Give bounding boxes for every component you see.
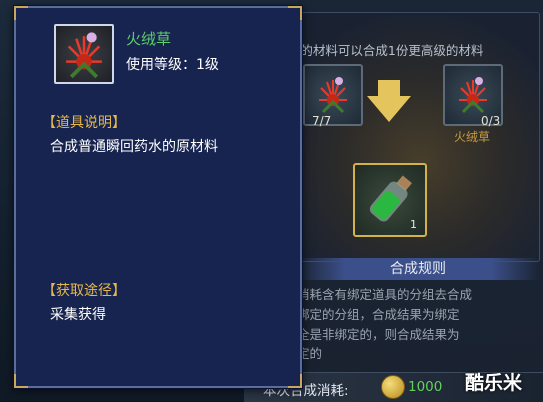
cost-value: 1000 [408,379,443,395]
watermark-logo: 酷乐米 [465,372,523,394]
result-count: 1 [410,218,417,231]
item-use-level: 使用等级：1级 [126,57,219,73]
corner-ornament [288,374,302,388]
description-text: 合成普通瞬回药水的原材料 [50,139,218,155]
rules-title: 合成规则 [296,258,540,280]
right-slot-name: 火绒草 [454,130,491,144]
rule-item: 优先消耗含有绑定道具的分组去合成 [272,287,473,302]
corner-ornament [14,6,28,20]
item-icon-frame [54,24,114,84]
source-text: 采集获得 [50,307,106,323]
corner-ornament [14,374,28,388]
left-slot-count: 7/7 [312,114,332,128]
red-flower-icon [66,32,102,79]
corner-ornament [288,6,302,20]
red-flower-icon [319,77,347,114]
right-slot-count: 0/3 [481,114,501,128]
item-tooltip: 火绒草 使用等级：1级 【道具说明】 合成普通瞬回药水的原材料 【获取途径】 采… [14,6,302,388]
arrow-down-icon [367,96,411,122]
red-flower-icon [459,77,487,114]
coin-icon [381,375,405,399]
description-title: 【道具说明】 [42,115,126,131]
source-title: 【获取途径】 [42,283,126,299]
item-name: 火绒草 [126,30,172,48]
